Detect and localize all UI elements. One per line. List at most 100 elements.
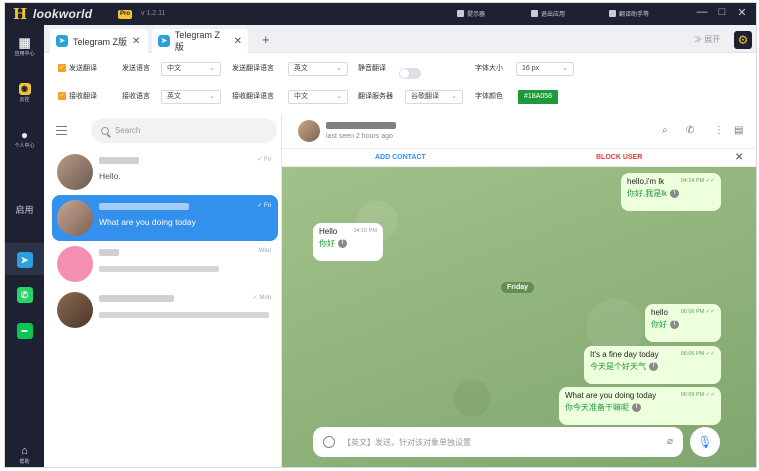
chat-preview-blurred: [99, 266, 219, 272]
maximize-button[interactable]: □: [715, 6, 729, 18]
message-bubble-out[interactable]: hello,i'm lk 04:14 PM ✓✓ 你好,我是lk T: [621, 173, 721, 211]
sidebar-item-line[interactable]: ▬: [5, 323, 44, 339]
send-lang-label: 发送语言: [122, 65, 150, 72]
translate-icon: [609, 10, 616, 17]
main-panel: ➤ Telegram Z版 ✕ ➤ Telegram Z版 ✕ + ≫ 展开 ⚙…: [44, 25, 756, 467]
send-lang-select[interactable]: 中文 ⌄: [161, 62, 221, 76]
logo-mark: H: [13, 5, 28, 23]
chat-list-item[interactable]: Wed: [52, 241, 278, 287]
grid-icon: ▦: [18, 35, 31, 50]
chat-list-item[interactable]: ✓ Fri Hello.: [52, 149, 278, 195]
chat-name-blurred: [99, 249, 119, 256]
gear-icon: ⚙: [737, 33, 749, 47]
font-color-label: 字体颜色: [475, 93, 503, 100]
tab-bar: ➤ Telegram Z版 ✕ ➤ Telegram Z版 ✕ + ≫ 展开 ⚙: [44, 25, 756, 53]
minimize-button[interactable]: —: [695, 6, 709, 18]
close-tab-icon[interactable]: ✕: [234, 36, 242, 47]
chat-name-blurred: [99, 157, 139, 164]
exit-app-button[interactable]: 退出应用: [531, 9, 565, 18]
chat-preview: What are you doing today: [99, 217, 196, 227]
contact-action-bar: ADD CONTACT BLOCK USER ✕: [282, 149, 756, 167]
phone-icon[interactable]: ✆: [686, 125, 694, 136]
last-seen-status: last seen 2 hours ago: [326, 133, 393, 140]
message-bubble-out[interactable]: hello 06:06 PM ✓✓ 你好 T: [645, 304, 721, 342]
attach-icon[interactable]: ⌀: [667, 436, 673, 447]
sidebar-panel-icon[interactable]: ▤: [734, 125, 743, 136]
search-input[interactable]: Search: [91, 118, 277, 143]
font-size-label: 字体大小: [475, 65, 503, 72]
message-bubble-in[interactable]: Hello 04:16 PM 你好 T: [313, 223, 383, 261]
hamburger-menu-icon[interactable]: [56, 126, 67, 135]
translate-icon[interactable]: T: [632, 403, 641, 413]
translate-icon[interactable]: T: [670, 320, 679, 330]
message-bubble-out[interactable]: It's a fine day today 06:06 PM ✓✓ 今天是个好天…: [584, 346, 721, 384]
chat-list-item[interactable]: ✓ Mon: [52, 287, 278, 333]
sidebar-item-profile[interactable]: ● 个人中心: [5, 129, 44, 149]
emoji-icon[interactable]: [323, 436, 335, 448]
title-bar: H lookworld Pro v 1.2.11 提示器 退出应用 翻译助手等 …: [5, 3, 756, 25]
translate-icon[interactable]: T: [649, 362, 658, 372]
font-color-swatch[interactable]: #18A058: [518, 90, 559, 104]
translate-icon[interactable]: T: [670, 189, 679, 199]
close-icon[interactable]: ✕: [735, 152, 743, 163]
chat-time: Wed: [258, 248, 271, 254]
tab-telegram-1[interactable]: ➤ Telegram Z版 ✕: [50, 29, 148, 53]
avatar: [57, 154, 93, 190]
chat-time: ✓ Fri: [257, 157, 271, 163]
chat-list-item-active[interactable]: ✓ Fri What are you doing today: [52, 195, 278, 241]
add-tab-button[interactable]: +: [262, 32, 270, 47]
search-icon[interactable]: ⌕: [662, 125, 668, 136]
silent-translate-toggle[interactable]: [399, 67, 421, 79]
expand-button[interactable]: ≫ 展开: [694, 34, 720, 45]
more-vertical-icon[interactable]: ⋮: [714, 125, 724, 136]
chat-time: ✓ Mon: [252, 295, 271, 301]
close-window-button[interactable]: ✕: [735, 6, 749, 19]
pro-badge: Pro: [118, 10, 133, 19]
receive-translate-checkbox[interactable]: ✓ 接收翻译: [58, 90, 97, 104]
message-bubble-out[interactable]: What are you doing today 06:09 PM ✓✓ 你今天…: [559, 387, 721, 425]
sidebar-item-cloud[interactable]: ◉ 云控: [5, 83, 44, 103]
recv-lang-select[interactable]: 英文 ⌄: [161, 90, 221, 104]
sidebar-item-whatsapp[interactable]: ✆: [5, 287, 44, 303]
sidebar-item-help[interactable]: ⌂ 帮助: [5, 445, 44, 465]
close-tab-icon[interactable]: ✕: [132, 36, 140, 47]
avatar: [57, 246, 93, 282]
notifier-button[interactable]: 提示器: [457, 9, 485, 18]
bot-icon: ◉: [18, 83, 31, 95]
sidebar-item-telegram[interactable]: ➤: [5, 243, 44, 275]
settings-gear-button[interactable]: ⚙: [734, 31, 752, 49]
silent-translate-label: 静音翻译: [358, 65, 386, 72]
tab-telegram-2[interactable]: ➤ Telegram Z版 ✕: [152, 29, 248, 53]
chevron-down-icon: ⌄: [336, 65, 342, 72]
chat-name-blurred: [99, 203, 189, 210]
voice-record-button[interactable]: 🎙︎: [690, 427, 720, 457]
chevron-down-icon: ⌄: [209, 93, 215, 100]
chat-panel: last seen 2 hours ago ⌕ ✆ ⋮ ▤ ADD CONTAC…: [282, 115, 756, 467]
send-target-select[interactable]: 英文 ⌄: [288, 62, 348, 76]
recv-target-label: 接收翻译语言: [232, 93, 274, 100]
telegram-icon: ➤: [56, 35, 68, 47]
chevron-down-icon: ⌄: [209, 65, 215, 72]
recv-target-select[interactable]: 中文 ⌄: [288, 90, 348, 104]
sidebar-item-enable[interactable]: 启用: [5, 203, 44, 216]
translate-assistant-button[interactable]: 翻译助手等: [609, 9, 649, 18]
microphone-icon: 🎙︎: [697, 435, 713, 449]
send-settings-row: ✓ 发送翻译 发送语言 中文 ⌄ 发送翻译语言 英文 ⌄ 静音翻译 字体大小 16 p…: [44, 59, 756, 79]
avatar[interactable]: [298, 120, 320, 142]
chat-time: ✓ Fri: [257, 203, 271, 209]
send-translate-checkbox[interactable]: ✓ 发送翻译: [58, 62, 97, 76]
translate-icon[interactable]: T: [338, 239, 347, 249]
telegram-icon: ➤: [158, 35, 170, 47]
add-contact-button[interactable]: ADD CONTACT: [375, 154, 426, 161]
chat-preview: Hello.: [99, 171, 121, 181]
message-input[interactable]: 【英文】发送，针对该对象单独设置 ⌀: [313, 427, 683, 457]
send-target-label: 发送翻译语言: [232, 65, 274, 72]
whatsapp-icon: ✆: [16, 287, 33, 303]
left-sidebar: ▦ 应用中心 ◉ 云控 ● 个人中心 启用 ➤ ✆ ▬ ⌂ 帮助: [5, 25, 44, 467]
block-user-button[interactable]: BLOCK USER: [596, 154, 642, 161]
app-window: H lookworld Pro v 1.2.11 提示器 退出应用 翻译助手等 …: [4, 2, 757, 468]
translate-server-select[interactable]: 谷歌翻译 ⌄: [405, 90, 463, 104]
font-size-select[interactable]: 16 px ⌄: [516, 62, 574, 76]
sidebar-item-app-center[interactable]: ▦ 应用中心: [5, 35, 44, 57]
contact-name-blurred[interactable]: [326, 122, 396, 129]
